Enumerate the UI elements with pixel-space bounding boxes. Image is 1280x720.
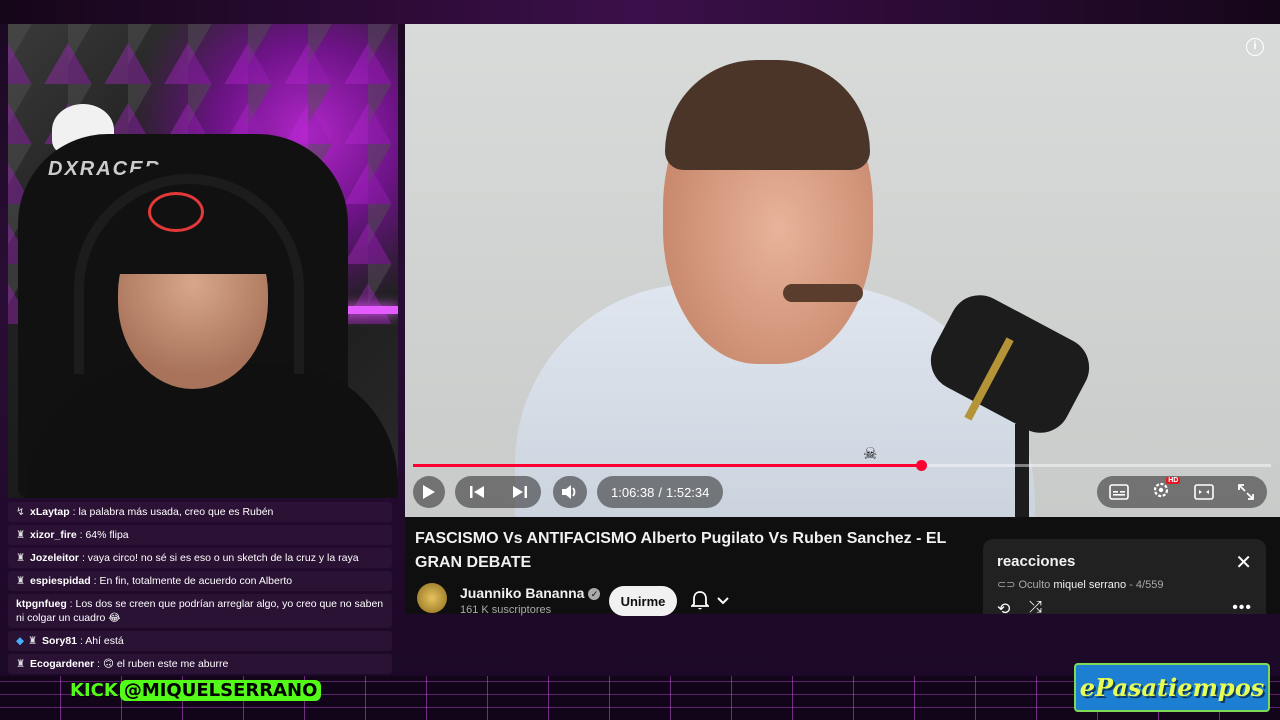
- subtitles-icon[interactable]: [1108, 484, 1129, 500]
- chat-message-body: Ecogardener : 🙃 el ruben este me aburre: [30, 657, 228, 671]
- chat-text: : 64% flipa: [79, 529, 129, 541]
- chat-overlay: ↯ xLaytap : la palabra más usada, creo qu…: [8, 502, 392, 677]
- chat-text: : la palabra más usada, creo que es Rubé…: [72, 506, 274, 518]
- chat-message-body: xLaytap : la palabra más usada, creo que…: [30, 505, 273, 519]
- right-controls: HD: [1097, 476, 1267, 508]
- time-display: 1:06:38 / 1:52:34: [597, 476, 724, 508]
- chat-text: : Los dos se creen que podrían arreglar …: [16, 598, 384, 624]
- playlist-title[interactable]: reacciones: [997, 553, 1075, 570]
- chat-message-body: Sory81 : Ahí está: [42, 634, 124, 648]
- playlist-panel: reacciones ⊂⊃ Oculto miquel serrano - 4/…: [983, 539, 1266, 618]
- skip-controls: [455, 476, 541, 508]
- user-badge-icon: ♜: [16, 552, 26, 564]
- play-icon: [423, 485, 435, 499]
- chevron-down-icon: [717, 597, 729, 605]
- chat-username: xLaytap: [30, 506, 70, 518]
- channel-avatar[interactable]: [417, 583, 447, 613]
- loop-icon[interactable]: ⟲: [997, 599, 1010, 619]
- top-frame: [0, 0, 1280, 24]
- shuffle-icon[interactable]: ⤮: [1029, 599, 1042, 617]
- kick-prefix: KICK: [70, 680, 118, 701]
- chat-message: ♜ Ecogardener : 🙃 el ruben este me aburre: [8, 654, 392, 674]
- info-icon[interactable]: i: [1246, 38, 1264, 56]
- playlist-visibility: Oculto: [1018, 579, 1051, 591]
- user-badge-icon: ↯: [16, 506, 25, 518]
- channel-name[interactable]: Juanniko Bananna: [460, 585, 584, 601]
- chat-message-body: espiespidad : En fin, totalmente de acue…: [30, 574, 292, 588]
- scrubber-handle[interactable]: [915, 460, 927, 471]
- close-icon[interactable]: ✕: [1235, 553, 1252, 573]
- kick-handle: @MIQUELSERRANO: [119, 680, 322, 701]
- current-time: 1:06:38: [611, 484, 655, 500]
- miniplayer-icon[interactable]: [1193, 484, 1214, 500]
- chat-username: ktpgnfueg: [16, 598, 67, 610]
- chat-text: : Ahí está: [79, 635, 124, 647]
- chat-text: : vaya circo! no sé si es eso o un sketc…: [81, 552, 359, 564]
- volume-button[interactable]: [553, 476, 587, 508]
- progress-fill: [413, 464, 921, 467]
- hd-badge: HD: [1166, 476, 1181, 484]
- chat-text: : 🙃 el ruben este me aburre: [97, 658, 229, 670]
- progress-bar[interactable]: [413, 460, 1271, 471]
- next-icon[interactable]: [512, 485, 528, 499]
- chat-message: ♜ xizor_fire : 64% flipa: [8, 525, 392, 545]
- join-button[interactable]: Unirme: [609, 586, 677, 616]
- channel-name-row[interactable]: Juanniko Bananna ✓: [460, 585, 601, 601]
- time-separator: /: [658, 484, 662, 500]
- chat-message: ♜ espiespidad : En fin, totalmente de acu…: [8, 571, 392, 591]
- settings-button[interactable]: HD: [1152, 476, 1181, 504]
- fullscreen-icon[interactable]: [1237, 483, 1255, 501]
- chat-username: Sory81: [42, 635, 78, 647]
- video-player[interactable]: i ☠ 1:06:38 / 1:52:34 HD: [405, 24, 1280, 517]
- video-info-panel: FASCISMO Vs ANTIFACISMO Alberto Pugilato…: [405, 517, 1280, 618]
- user-badge-icon: ♜: [16, 529, 26, 541]
- chat-message: ◆ ♜ Sory81 : Ahí está: [8, 631, 392, 651]
- subscriber-count: 161 K suscriptores: [460, 604, 552, 616]
- chat-username: espiespidad: [30, 575, 91, 587]
- play-button[interactable]: [413, 476, 445, 508]
- skull-icon: ☠: [863, 446, 878, 463]
- chat-username: xizor_fire: [30, 529, 77, 541]
- chat-message: ↯ xLaytap : la palabra más usada, creo qu…: [8, 502, 392, 522]
- chat-username: Jozeleitor: [30, 552, 80, 564]
- kick-banner: KICK @MIQUELSERRANO: [70, 680, 322, 701]
- chat-message-body: xizor_fire : 64% flipa: [30, 528, 129, 542]
- more-icon[interactable]: •••: [1232, 599, 1252, 617]
- video-title: FASCISMO Vs ANTIFACISMO Alberto Pugilato…: [415, 530, 947, 571]
- playlist-meta: ⊂⊃ Oculto miquel serrano - 4/559: [997, 578, 1163, 591]
- user-badge-icon: ♜: [16, 575, 26, 587]
- chat-message: ktpgnfueg : Los dos se creen que podrían…: [8, 594, 392, 628]
- volume-icon: [562, 485, 576, 499]
- webcam-feed: DXRACER: [8, 24, 398, 498]
- playlist-owner[interactable]: miquel serrano: [1053, 579, 1126, 591]
- chat-username: Ecogardener: [30, 658, 95, 670]
- verified-icon: ✓: [588, 588, 601, 601]
- microphone-arm: [1015, 424, 1029, 517]
- playlist-position: - 4/559: [1129, 579, 1164, 591]
- chat-message: ♜ Jozeleitor : vaya circo! no sé si es es…: [8, 548, 392, 568]
- link-icon: ⊂⊃: [997, 579, 1016, 591]
- chat-message-body: ktpgnfueg : Los dos se creen que podrían…: [16, 597, 384, 625]
- person-mustache: [783, 284, 863, 302]
- bell-icon: [691, 591, 709, 610]
- notification-button[interactable]: [691, 589, 745, 613]
- epasatiempos-logo: ePasatiempos: [1074, 663, 1270, 712]
- video-frame-person: [515, 54, 1100, 517]
- chat-message-body: Jozeleitor : vaya circo! no sé si es eso…: [30, 551, 359, 565]
- subscriber-badge-icon: ◆: [16, 635, 25, 647]
- person-hair: [665, 60, 870, 170]
- duration: 1:52:34: [666, 484, 710, 500]
- user-badge-icon: ♜: [16, 658, 26, 670]
- chat-text: : En fin, totalmente de acuerdo con Albe…: [93, 575, 293, 587]
- previous-icon[interactable]: [469, 485, 485, 499]
- user-badge-icon: ♜: [28, 635, 38, 647]
